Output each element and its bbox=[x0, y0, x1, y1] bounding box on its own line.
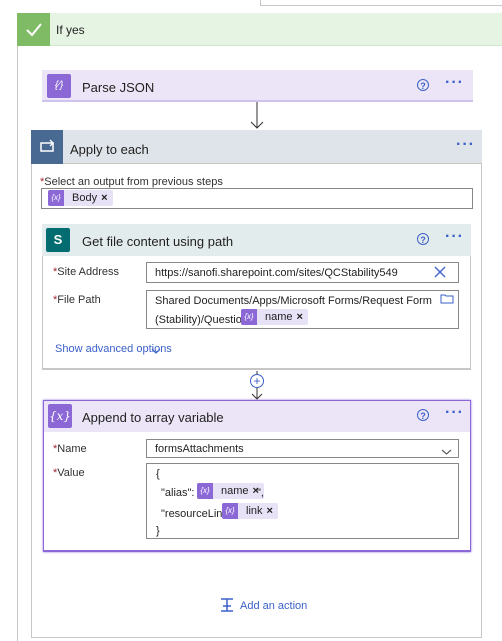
close-icon[interactable]: × bbox=[297, 311, 308, 323]
close-icon[interactable]: × bbox=[101, 192, 112, 204]
parse-json-title: Parse JSON bbox=[82, 80, 155, 95]
help-icon[interactable]: ? bbox=[417, 409, 429, 421]
name-value: formsAttachments bbox=[155, 443, 244, 455]
apply-to-each-title: Apply to each bbox=[70, 142, 149, 157]
value-label: *Value bbox=[53, 467, 85, 479]
get-file-title: Get file content using path bbox=[82, 234, 234, 249]
chevron-down-icon[interactable] bbox=[441, 445, 452, 455]
alias-name-token[interactable]: {x} name × bbox=[197, 483, 264, 499]
alias-key: "alias": " bbox=[161, 487, 202, 499]
plus-icon[interactable]: + bbox=[250, 374, 264, 388]
clear-icon[interactable] bbox=[434, 266, 446, 278]
site-address-value: https://sanofi.sharepoint.com/sites/QCSt… bbox=[155, 267, 398, 279]
expression-icon: {x} bbox=[48, 190, 64, 206]
add-action-button[interactable]: Add an action bbox=[240, 600, 307, 612]
json-icon: {⁄} bbox=[47, 74, 71, 98]
close-brace: } bbox=[156, 525, 160, 537]
name-token[interactable]: {x} name × bbox=[241, 309, 308, 325]
file-path-line1: Shared Documents/Apps/Microsoft Forms/Re… bbox=[155, 295, 432, 307]
check-icon bbox=[17, 13, 50, 46]
more-icon[interactable]: ··· bbox=[445, 75, 464, 91]
sharepoint-icon: S bbox=[46, 228, 70, 252]
open-brace: { bbox=[156, 468, 160, 480]
site-address-label: *Site Address bbox=[53, 266, 120, 278]
name-label: *Name bbox=[53, 443, 87, 455]
folder-icon[interactable] bbox=[440, 293, 454, 304]
if-yes-title: If yes bbox=[56, 23, 85, 37]
previous-card-edge bbox=[260, 0, 502, 6]
variable-icon: {x} bbox=[48, 404, 72, 428]
loop-icon bbox=[31, 130, 63, 164]
close-icon[interactable]: × bbox=[267, 505, 278, 517]
file-path-label: *File Path bbox=[53, 294, 101, 306]
expression-icon: {x} bbox=[222, 503, 238, 519]
value-field[interactable] bbox=[146, 463, 459, 539]
help-icon[interactable]: ? bbox=[417, 233, 429, 245]
more-icon[interactable]: ··· bbox=[445, 405, 464, 421]
select-output-label: *Select an output from previous steps bbox=[40, 176, 223, 188]
if-yes-header[interactable] bbox=[17, 13, 502, 46]
link-token[interactable]: {x} link × bbox=[222, 503, 278, 519]
body-token[interactable]: {x} Body × bbox=[48, 190, 113, 206]
append-title: Append to array variable bbox=[82, 410, 224, 425]
expression-icon: {x} bbox=[197, 483, 213, 499]
expression-icon: {x} bbox=[241, 309, 257, 325]
chevron-down-icon[interactable] bbox=[151, 344, 161, 354]
more-icon[interactable]: ··· bbox=[445, 229, 464, 245]
help-icon[interactable]: ? bbox=[417, 79, 429, 91]
alias-suffix: ", bbox=[257, 487, 264, 499]
more-icon[interactable]: ··· bbox=[456, 137, 475, 153]
arrow-down-icon bbox=[249, 102, 265, 130]
add-action-icon[interactable] bbox=[220, 598, 234, 612]
